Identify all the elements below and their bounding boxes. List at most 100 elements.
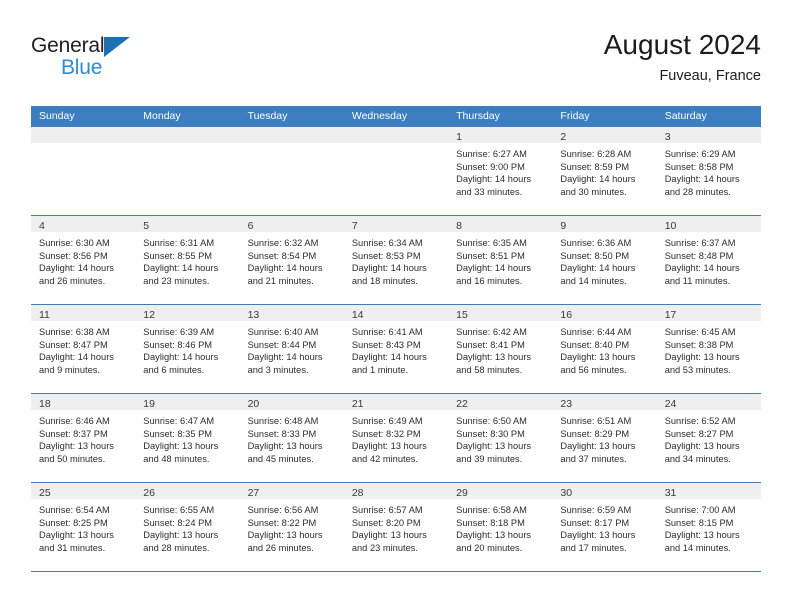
daylight-text-line1: Daylight: 13 hours <box>664 352 740 363</box>
day-cell[interactable] <box>135 127 240 215</box>
daylight-text-line1: Daylight: 13 hours <box>560 530 636 541</box>
day-cell[interactable]: 23 Sunrise: 6:51 AM Sunset: 8:29 PM Dayl… <box>552 394 657 482</box>
day-number-band: 8 <box>448 216 553 232</box>
daylight-text-line1: Daylight: 13 hours <box>560 352 636 363</box>
day-cell[interactable]: 21 Sunrise: 6:49 AM Sunset: 8:32 PM Dayl… <box>343 394 449 482</box>
sunrise-text: Sunrise: 6:58 AM <box>456 505 527 515</box>
sunrise-text: Sunrise: 6:49 AM <box>351 416 423 426</box>
day-number-band: 18 <box>31 394 136 410</box>
day-cell[interactable]: 12 Sunrise: 6:39 AM Sunset: 8:46 PM Dayl… <box>135 305 240 393</box>
day-details: Sunrise: 6:47 AM Sunset: 8:35 PM Dayligh… <box>135 410 240 481</box>
sunrise-text: Sunrise: 6:32 AM <box>247 238 319 248</box>
day-cell[interactable] <box>31 127 136 215</box>
day-details: Sunrise: 6:55 AM Sunset: 8:24 PM Dayligh… <box>135 499 240 570</box>
sunrise-text: Sunrise: 6:51 AM <box>560 416 632 426</box>
day-number-band: 12 <box>135 305 240 321</box>
daylight-text-line2: and 14 minutes. <box>560 275 627 286</box>
day-cell[interactable]: 9 Sunrise: 6:36 AM Sunset: 8:50 PM Dayli… <box>552 216 657 304</box>
day-cell[interactable]: 31 Sunrise: 7:00 AM Sunset: 8:15 PM Dayl… <box>656 483 761 571</box>
sunset-text: Sunset: 8:18 PM <box>456 517 525 528</box>
sunset-text: Sunset: 8:55 PM <box>143 250 213 261</box>
sunrise-text: Sunrise: 6:30 AM <box>39 238 110 248</box>
daylight-text-line2: and 48 minutes. <box>143 453 210 464</box>
calendar-week-row: 18 Sunrise: 6:46 AM Sunset: 8:37 PM Dayl… <box>31 393 761 482</box>
daylight-text-line1: Daylight: 13 hours <box>351 441 427 452</box>
day-details: Sunrise: 6:34 AM Sunset: 8:53 PM Dayligh… <box>343 232 449 303</box>
day-number-band: 5 <box>135 216 240 232</box>
day-number: 31 <box>664 487 677 499</box>
day-details: Sunrise: 6:36 AM Sunset: 8:50 PM Dayligh… <box>552 232 657 303</box>
day-details: Sunrise: 6:52 AM Sunset: 8:27 PM Dayligh… <box>656 410 761 481</box>
day-of-week-header-row: Sunday Monday Tuesday Wednesday Thursday… <box>31 106 761 126</box>
sunrise-text: Sunrise: 6:55 AM <box>143 505 215 515</box>
day-number-band: 22 <box>448 394 553 410</box>
daylight-text-line2: and 23 minutes. <box>351 542 418 553</box>
day-details: Sunrise: 6:48 AM Sunset: 8:33 PM Dayligh… <box>239 410 344 481</box>
day-cell[interactable]: 27 Sunrise: 6:56 AM Sunset: 8:22 PM Dayl… <box>239 483 344 571</box>
day-details: Sunrise: 6:50 AM Sunset: 8:30 PM Dayligh… <box>448 410 553 481</box>
sunrise-text: Sunrise: 6:39 AM <box>143 327 215 337</box>
day-number-band: 30 <box>552 483 657 499</box>
day-number-band: 13 <box>239 305 344 321</box>
day-cell[interactable]: 3 Sunrise: 6:29 AM Sunset: 8:58 PM Dayli… <box>656 127 761 215</box>
sunrise-text: Sunrise: 7:00 AM <box>664 505 736 515</box>
sunrise-text: Sunrise: 6:28 AM <box>560 149 632 159</box>
day-number-band: 14 <box>343 305 449 321</box>
day-cell[interactable] <box>239 127 344 215</box>
day-number: 2 <box>560 131 567 143</box>
general-blue-logo[interactable]: General Blue <box>31 34 191 90</box>
day-cell[interactable]: 22 Sunrise: 6:50 AM Sunset: 8:30 PM Dayl… <box>448 394 553 482</box>
sunrise-text: Sunrise: 6:36 AM <box>560 238 632 248</box>
sunset-text: Sunset: 8:30 PM <box>456 428 525 439</box>
day-cell[interactable]: 18 Sunrise: 6:46 AM Sunset: 8:37 PM Dayl… <box>31 394 136 482</box>
day-details: Sunrise: 6:37 AM Sunset: 8:48 PM Dayligh… <box>656 232 761 303</box>
day-cell[interactable]: 15 Sunrise: 6:42 AM Sunset: 8:41 PM Dayl… <box>448 305 553 393</box>
day-number: 29 <box>456 487 468 499</box>
daylight-text-line2: and 33 minutes. <box>456 186 523 197</box>
day-cell[interactable]: 19 Sunrise: 6:47 AM Sunset: 8:35 PM Dayl… <box>135 394 240 482</box>
dow-header-friday: Friday <box>560 110 590 122</box>
day-number-band: 23 <box>552 394 657 410</box>
daylight-text-line1: Daylight: 14 hours <box>247 352 323 363</box>
day-cell[interactable]: 11 Sunrise: 6:38 AM Sunset: 8:47 PM Dayl… <box>31 305 136 393</box>
day-number-band <box>31 127 136 143</box>
day-number: 9 <box>560 220 567 232</box>
day-cell[interactable]: 6 Sunrise: 6:32 AM Sunset: 8:54 PM Dayli… <box>239 216 344 304</box>
day-cell[interactable]: 28 Sunrise: 6:57 AM Sunset: 8:20 PM Dayl… <box>343 483 449 571</box>
day-cell[interactable]: 29 Sunrise: 6:58 AM Sunset: 8:18 PM Dayl… <box>448 483 553 571</box>
day-cell[interactable]: 24 Sunrise: 6:52 AM Sunset: 8:27 PM Dayl… <box>656 394 761 482</box>
day-cell[interactable] <box>343 127 449 215</box>
daylight-text-line2: and 26 minutes. <box>39 275 106 286</box>
day-number: 21 <box>351 398 364 410</box>
day-cell[interactable]: 30 Sunrise: 6:59 AM Sunset: 8:17 PM Dayl… <box>552 483 657 571</box>
day-details: Sunrise: 7:00 AM Sunset: 8:15 PM Dayligh… <box>656 499 761 570</box>
day-cell[interactable]: 7 Sunrise: 6:34 AM Sunset: 8:53 PM Dayli… <box>343 216 449 304</box>
day-cell[interactable]: 14 Sunrise: 6:41 AM Sunset: 8:43 PM Dayl… <box>343 305 449 393</box>
sunset-text: Sunset: 8:41 PM <box>456 339 525 350</box>
day-cell[interactable]: 26 Sunrise: 6:55 AM Sunset: 8:24 PM Dayl… <box>135 483 240 571</box>
day-cell[interactable]: 25 Sunrise: 6:54 AM Sunset: 8:25 PM Dayl… <box>31 483 136 571</box>
sunset-text: Sunset: 8:59 PM <box>560 161 630 172</box>
day-number-band: 27 <box>239 483 344 499</box>
daylight-text-line1: Daylight: 14 hours <box>39 352 114 363</box>
daylight-text-line2: and 21 minutes. <box>247 275 314 286</box>
day-cell[interactable]: 8 Sunrise: 6:35 AM Sunset: 8:51 PM Dayli… <box>448 216 553 304</box>
sunset-text: Sunset: 8:27 PM <box>664 428 734 439</box>
day-cell[interactable]: 1 Sunrise: 6:27 AM Sunset: 9:00 PM Dayli… <box>448 127 553 215</box>
day-cell[interactable]: 17 Sunrise: 6:45 AM Sunset: 8:38 PM Dayl… <box>656 305 761 393</box>
day-cell[interactable]: 10 Sunrise: 6:37 AM Sunset: 8:48 PM Dayl… <box>656 216 761 304</box>
day-cell[interactable]: 5 Sunrise: 6:31 AM Sunset: 8:55 PM Dayli… <box>135 216 240 304</box>
sunset-text: Sunset: 8:50 PM <box>560 250 630 261</box>
day-cell[interactable]: 2 Sunrise: 6:28 AM Sunset: 8:59 PM Dayli… <box>552 127 657 215</box>
day-cell[interactable]: 16 Sunrise: 6:44 AM Sunset: 8:40 PM Dayl… <box>552 305 657 393</box>
sunrise-text: Sunrise: 6:46 AM <box>39 416 110 426</box>
sunrise-text: Sunrise: 6:54 AM <box>39 505 110 515</box>
day-cell[interactable]: 13 Sunrise: 6:40 AM Sunset: 8:44 PM Dayl… <box>239 305 344 393</box>
day-number-band <box>239 127 344 143</box>
day-cell[interactable]: 4 Sunrise: 6:30 AM Sunset: 8:56 PM Dayli… <box>31 216 136 304</box>
day-number: 25 <box>39 487 51 499</box>
day-details: Sunrise: 6:54 AM Sunset: 8:25 PM Dayligh… <box>31 499 136 570</box>
sunrise-text: Sunrise: 6:38 AM <box>39 327 110 337</box>
day-cell[interactable]: 20 Sunrise: 6:48 AM Sunset: 8:33 PM Dayl… <box>239 394 344 482</box>
calendar-week-row: 4 Sunrise: 6:30 AM Sunset: 8:56 PM Dayli… <box>31 215 761 304</box>
